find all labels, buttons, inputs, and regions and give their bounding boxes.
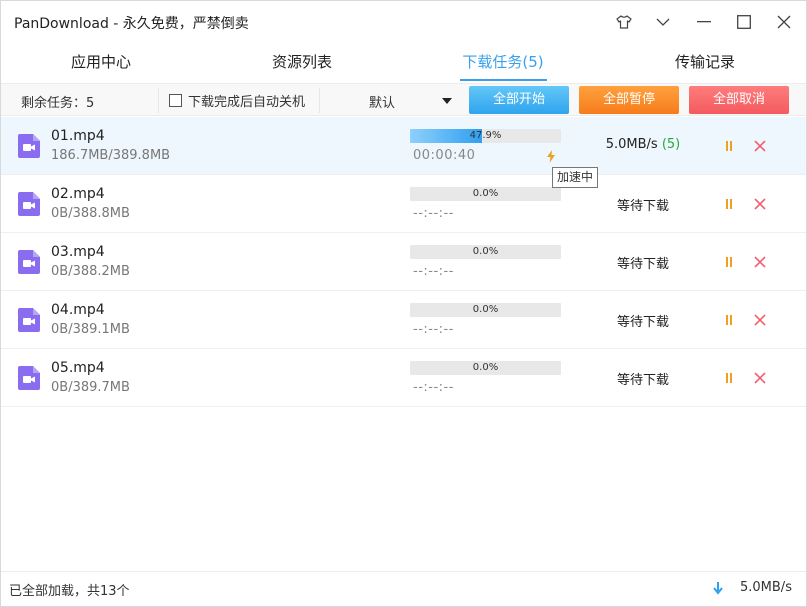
task-progress-percent: 0.0% <box>472 362 499 373</box>
task-remaining-time: --:--:-- <box>413 264 454 279</box>
video-file-icon <box>18 250 40 274</box>
task-progress-bar: 0.0% <box>410 245 561 259</box>
video-file-icon <box>18 308 40 332</box>
task-row[interactable]: 03.mp4 0B/388.2MB 0.0% --:--:-- 等待下载 <box>1 233 806 291</box>
dropdown-icon[interactable] <box>652 11 674 33</box>
task-file-name: 01.mp4 <box>51 128 105 144</box>
total-speed: 5.0MB/s <box>740 580 792 595</box>
task-file-size: 186.7MB/389.8MB <box>51 148 171 163</box>
task-remaining-time: --:--:-- <box>413 206 454 221</box>
task-toolbar: 剩余任务：5 下载完成后自动关机 默认 全部开始 全部暂停 全部取消 <box>1 83 806 116</box>
loaded-count-text: 已全部加载，共13个 <box>9 584 130 599</box>
pause-icon[interactable] <box>723 313 735 327</box>
window-title: PanDownload - 永久免费，严禁倒卖 <box>14 16 249 32</box>
task-row[interactable]: 02.mp4 0B/388.8MB 0.0% --:--:-- 等待下载 <box>1 175 806 233</box>
cancel-all-button[interactable]: 全部取消 <box>689 86 789 114</box>
delete-icon[interactable] <box>753 313 767 327</box>
task-file-name: 04.mp4 <box>51 302 105 318</box>
toolbar-divider <box>158 88 159 113</box>
download-mode-value: 默认 <box>369 96 396 111</box>
task-row[interactable]: 05.mp4 0B/389.7MB 0.0% --:--:-- 等待下载 <box>1 349 806 407</box>
pause-icon[interactable] <box>723 371 735 385</box>
delete-icon[interactable] <box>753 139 767 153</box>
download-arrow-icon <box>713 582 723 595</box>
lightning-icon <box>547 150 555 163</box>
task-connection-count: (5) <box>661 137 681 152</box>
task-status: 等待下载 <box>583 369 703 388</box>
task-remaining-time: --:--:-- <box>413 322 454 337</box>
acceleration-tooltip: 加速中 <box>552 167 599 188</box>
pause-icon[interactable] <box>723 255 735 269</box>
pause-all-button[interactable]: 全部暂停 <box>579 86 679 114</box>
task-remaining-time: --:--:-- <box>413 380 454 395</box>
tab-transfer-history[interactable]: 传输记录 <box>655 43 755 81</box>
task-status-text: 等待下载 <box>616 257 669 272</box>
task-row[interactable]: 04.mp4 0B/389.1MB 0.0% --:--:-- 等待下载 <box>1 291 806 349</box>
task-progress-percent: 0.0% <box>472 246 499 257</box>
video-file-icon <box>18 192 40 216</box>
toolbar-divider <box>319 88 320 113</box>
tab-resource-list[interactable]: 资源列表 <box>252 43 352 81</box>
tab-app-center[interactable]: 应用中心 <box>51 43 151 81</box>
task-status: 等待下载 <box>583 311 703 330</box>
delete-icon[interactable] <box>753 255 767 269</box>
close-icon[interactable] <box>773 11 795 33</box>
task-remaining-time: 00:00:40 <box>413 148 476 163</box>
task-status-text: 5.0MB/s <box>605 137 658 152</box>
task-progress-percent: 0.0% <box>472 188 499 199</box>
pause-icon[interactable] <box>723 197 735 211</box>
start-all-button[interactable]: 全部开始 <box>469 86 569 114</box>
video-file-icon <box>18 366 40 390</box>
pause-icon[interactable] <box>723 139 735 153</box>
active-tab-indicator <box>460 79 547 81</box>
task-status: 5.0MB/s (5) <box>583 137 703 152</box>
skin-icon[interactable] <box>613 11 635 33</box>
task-progress-percent: 47.9% <box>469 130 502 141</box>
task-file-name: 05.mp4 <box>51 360 105 376</box>
task-progress-bar: 0.0% <box>410 303 561 317</box>
task-progress-percent: 0.0% <box>472 304 499 315</box>
status-bar: 已全部加载，共13个 5.0MB/s <box>1 571 806 606</box>
task-file-name: 03.mp4 <box>51 244 105 260</box>
caret-down-icon <box>442 98 452 104</box>
task-file-size: 0B/388.2MB <box>51 264 130 279</box>
auto-shutdown-checkbox[interactable] <box>169 94 182 107</box>
auto-shutdown-option[interactable]: 下载完成后自动关机 <box>169 91 305 110</box>
download-task-list: 01.mp4 186.7MB/389.8MB 47.9% 00:00:40 5.0MB/… <box>1 117 806 407</box>
task-progress-bar: 0.0% <box>410 361 561 375</box>
auto-shutdown-label: 下载完成后自动关机 <box>188 95 306 110</box>
task-status-text: 等待下载 <box>616 199 669 214</box>
remaining-tasks-label: 剩余任务：5 <box>21 96 95 111</box>
task-status: 等待下载 <box>583 195 703 214</box>
video-file-icon <box>18 134 40 158</box>
task-file-name: 02.mp4 <box>51 186 105 202</box>
task-progress-bar: 47.9% <box>410 129 561 143</box>
task-status-text: 等待下载 <box>616 315 669 330</box>
task-row[interactable]: 01.mp4 186.7MB/389.8MB 47.9% 00:00:40 5.0MB/… <box>1 117 806 175</box>
maximize-icon[interactable] <box>733 11 755 33</box>
delete-icon[interactable] <box>753 197 767 211</box>
delete-icon[interactable] <box>753 371 767 385</box>
app-window: PanDownload - 永久免费，严禁倒卖 应用中心 资源列表 下载任务(5… <box>0 0 807 607</box>
tab-download-tasks[interactable]: 下载任务(5) <box>448 43 558 81</box>
main-tabs: 应用中心 资源列表 下载任务(5) 传输记录 <box>1 43 806 81</box>
task-file-size: 0B/388.8MB <box>51 206 130 221</box>
task-status: 等待下载 <box>583 253 703 272</box>
task-file-size: 0B/389.1MB <box>51 322 130 337</box>
task-file-size: 0B/389.7MB <box>51 380 130 395</box>
task-status-text: 等待下载 <box>616 373 669 388</box>
download-mode-select[interactable]: 默认 <box>321 88 459 113</box>
minimize-icon[interactable] <box>693 11 715 33</box>
title-bar: PanDownload - 永久免费，严禁倒卖 <box>1 1 806 43</box>
task-progress-bar: 0.0% <box>410 187 561 201</box>
